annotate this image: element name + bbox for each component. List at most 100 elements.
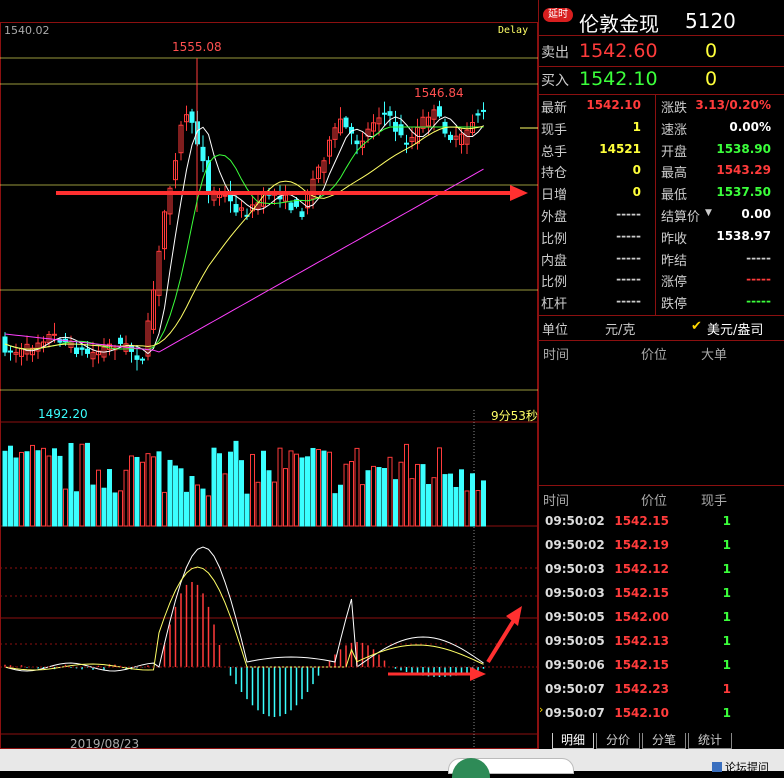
candle-body <box>475 113 481 116</box>
candle-body <box>189 111 195 123</box>
divider <box>539 340 784 341</box>
candle-body <box>134 355 140 360</box>
tick-price: 1542.10 <box>614 706 669 720</box>
tick-price: 1542.00 <box>614 610 669 624</box>
stat-label: 速涨 <box>661 122 688 138</box>
stat-value: ----- <box>616 207 641 221</box>
annotation-arrow-shaft <box>486 618 516 664</box>
stat-label: 比例 <box>541 275 568 291</box>
volume-bar <box>68 442 74 527</box>
stat-value: 1538.90 <box>716 141 771 156</box>
candle-body <box>206 160 211 195</box>
tick-col-price: 价位 <box>641 494 668 509</box>
candle-body <box>354 140 360 145</box>
volume-bar <box>233 440 239 527</box>
instrument-title: 伦敦金现 <box>579 12 659 36</box>
stat-value: 0 <box>632 163 641 178</box>
candle-body <box>448 134 453 141</box>
tick-price: 1542.15 <box>614 514 669 528</box>
volume-bar <box>85 442 90 527</box>
volume-bar <box>442 474 448 527</box>
candle-body <box>85 348 90 354</box>
divider <box>539 94 784 95</box>
status-bar: 论坛提问 <box>0 749 784 778</box>
stat-label: 总手 <box>541 144 568 160</box>
volume-bar <box>129 455 134 527</box>
volume-bar <box>200 488 206 527</box>
stat-label: 涨停 <box>661 275 688 291</box>
ma-mid-line <box>4 126 484 351</box>
countdown-label: 9分53秒 <box>491 409 538 423</box>
volume-bar <box>134 456 140 527</box>
buy-label: 买入 <box>541 73 569 89</box>
candle-body <box>382 112 387 115</box>
stat-value: ----- <box>746 250 771 265</box>
candle-body <box>233 204 239 213</box>
candle-body <box>200 146 206 162</box>
volume-bar <box>299 457 305 527</box>
stat-value: ----- <box>746 294 771 309</box>
unit-option-usd-oz[interactable]: 美元/盎司 <box>707 319 763 338</box>
sell-price: 1542.60 <box>579 40 658 62</box>
ma-magenta-line <box>4 168 484 353</box>
volume-bar <box>448 473 453 527</box>
volume-bar <box>30 444 35 527</box>
tick-list[interactable]: 09:50:02 1542.15 1 09:50:02 1542.19 1 09:50:03… <box>539 510 784 726</box>
volume-bar <box>360 484 365 527</box>
candle-body <box>222 194 228 197</box>
volume-bar <box>250 453 255 527</box>
bigorder-col-price: 价位 <box>641 348 668 363</box>
tab-ticks[interactable]: 分笔 <box>642 733 686 749</box>
volume-bar <box>277 447 283 527</box>
volume-bar <box>145 453 151 527</box>
divider <box>539 66 784 67</box>
volume-bar <box>261 450 266 527</box>
volume-bar <box>393 479 398 527</box>
volume-bar <box>409 478 415 527</box>
check-icon: ✔ <box>691 319 702 334</box>
tick-price: 1542.23 <box>614 682 669 696</box>
volume-bar <box>57 455 63 527</box>
stat-label: 开盘 <box>661 144 688 160</box>
candle-body <box>118 337 123 344</box>
volume-bar <box>24 451 30 527</box>
stat-value: 1 <box>632 119 641 134</box>
candle-body <box>404 142 409 145</box>
volume-bar <box>244 493 250 527</box>
candle-body <box>398 124 404 136</box>
tab-price-dist[interactable]: 分价 <box>596 733 640 749</box>
bigorder-header: 时间 价位 大单 <box>539 343 784 363</box>
tick-time: 09:50:05 <box>545 610 605 624</box>
tab-detail[interactable]: 明细 <box>552 733 594 749</box>
sell-label: 卖出 <box>541 45 569 61</box>
unit-option-gram[interactable]: 元/克 <box>605 319 635 338</box>
tick-cursor-icon: › <box>539 703 544 716</box>
volume-bar <box>365 470 371 527</box>
volume-bar <box>96 469 101 527</box>
dropdown-arrow-icon[interactable]: ▼ <box>705 208 712 218</box>
volume-bar <box>316 449 321 527</box>
forum-link[interactable]: 论坛提问 <box>712 759 769 775</box>
delay-badge-text: 延时 <box>548 9 568 20</box>
sell-row: 卖出 1542.60 0 <box>539 40 784 66</box>
kline-svg[interactable] <box>0 22 538 749</box>
stat-value: 0.00% <box>729 119 771 134</box>
stat-label: 跌停 <box>661 297 688 313</box>
tick-col-time: 时间 <box>543 494 570 509</box>
bigorder-col-time: 时间 <box>543 348 570 363</box>
tick-time: 09:50:03 <box>545 586 605 600</box>
tab-stats[interactable]: 统计 <box>688 733 732 749</box>
volume-bar <box>189 476 195 527</box>
mid-high-price-label: 1546.84 <box>414 86 464 100</box>
volume-bar <box>459 469 464 527</box>
divider <box>539 485 784 486</box>
volume-bar <box>310 447 316 527</box>
volume-bar <box>294 453 299 527</box>
volume-bar <box>420 464 426 527</box>
volume-bar <box>8 445 13 527</box>
volume-bar <box>266 470 272 527</box>
tick-time: 09:50:05 <box>545 634 605 648</box>
tick-qty: 1 <box>722 658 731 672</box>
stat-value: 0 <box>632 185 641 200</box>
kline-chart-area[interactable] <box>0 22 538 749</box>
